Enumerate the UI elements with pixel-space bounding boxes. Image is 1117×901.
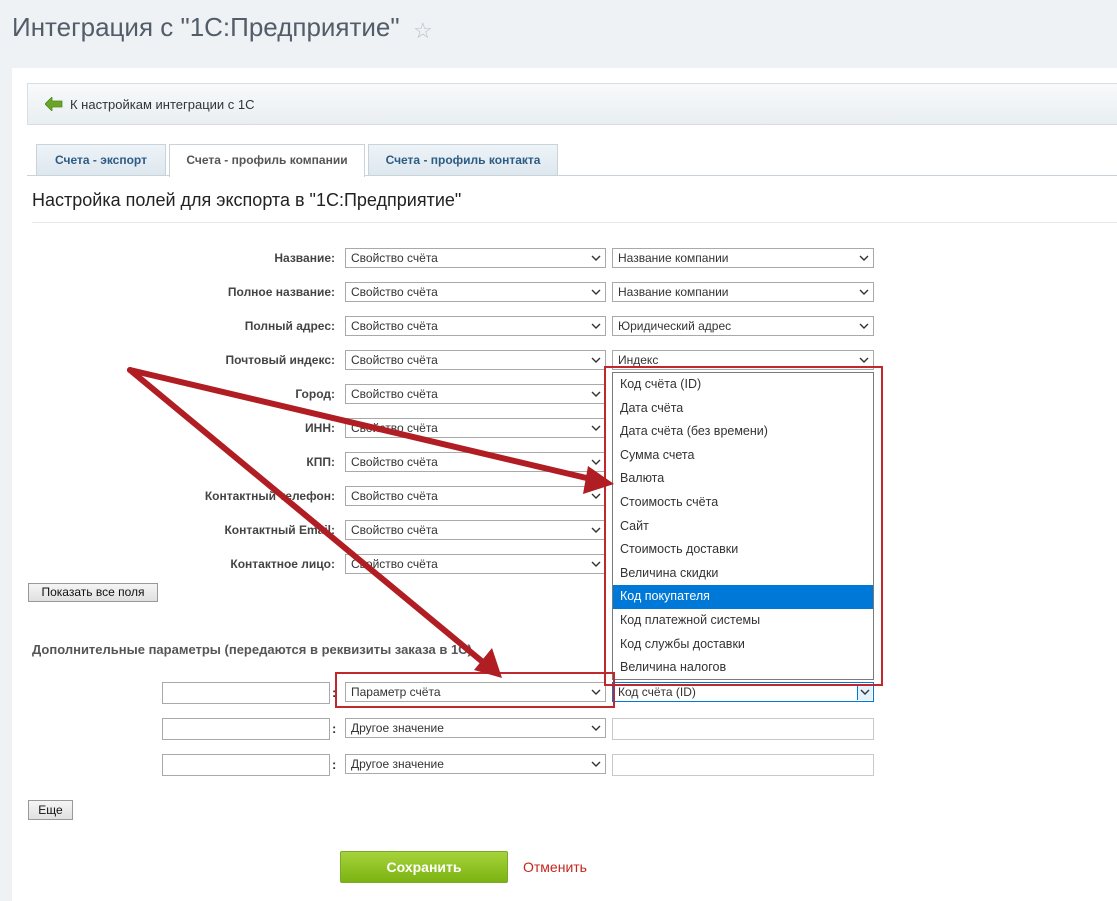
select-value: Свойство счёта bbox=[351, 285, 438, 299]
extra-value-input[interactable] bbox=[612, 718, 874, 740]
chevron-down-icon bbox=[591, 761, 601, 767]
field-label: Полное название: bbox=[227, 285, 335, 299]
field-label: Город: bbox=[295, 387, 335, 401]
field-label: Почтовый индекс: bbox=[225, 353, 335, 367]
chevron-down-icon bbox=[591, 357, 601, 363]
chevron-down-icon bbox=[591, 459, 601, 465]
extra-source-select[interactable]: Другое значение bbox=[345, 718, 606, 738]
chevron-down-icon bbox=[591, 391, 601, 397]
chevron-down-icon bbox=[591, 561, 601, 567]
section-title: Настройка полей для экспорта в "1С:Предп… bbox=[32, 190, 462, 210]
select-value: Свойство счёта bbox=[351, 387, 438, 401]
field-source-select[interactable]: Свойство счёта bbox=[345, 418, 606, 438]
cancel-link[interactable]: Отменить bbox=[523, 859, 587, 875]
select-value: Свойство счёта bbox=[351, 455, 438, 469]
field-value-select[interactable]: Название компании bbox=[612, 248, 874, 268]
select-value: Свойство счёта bbox=[351, 421, 438, 435]
extra-params-title: Дополнительные параметры (передаются в р… bbox=[32, 642, 472, 657]
select-value: Свойство счёта bbox=[351, 489, 438, 503]
back-link[interactable]: К настройкам интеграции с 1С bbox=[70, 97, 255, 112]
chevron-down-icon bbox=[859, 357, 869, 363]
tab-company-profile[interactable]: Счета - профиль компании bbox=[169, 144, 365, 177]
field-label: КПП: bbox=[306, 455, 335, 469]
field-label: Контактный телефон: bbox=[204, 489, 335, 503]
chevron-down-icon bbox=[591, 289, 601, 295]
field-label: Название: bbox=[274, 251, 335, 265]
select-value: Код счёта (ID) bbox=[618, 685, 696, 699]
select-value: Свойство счёта bbox=[351, 557, 438, 571]
tab-export[interactable]: Счета - экспорт bbox=[36, 144, 166, 175]
page-title: Интеграция с "1С:Предприятие" bbox=[12, 12, 400, 42]
select-value: Свойство счёта bbox=[351, 523, 438, 537]
select-value: Другое значение bbox=[351, 757, 444, 771]
section-divider bbox=[32, 222, 1117, 223]
star-icon[interactable]: ☆ bbox=[413, 20, 433, 42]
extra-name-input[interactable] bbox=[162, 682, 330, 704]
select-value: Индекс bbox=[618, 353, 659, 367]
field-source-select[interactable]: Свойство счёта bbox=[345, 282, 606, 302]
field-label: Контактное лицо: bbox=[230, 557, 335, 571]
chevron-down-icon bbox=[591, 725, 601, 731]
annotation-box-dropdown bbox=[604, 366, 883, 686]
field-source-select[interactable]: Свойство счёта bbox=[345, 520, 606, 540]
save-button[interactable]: Сохранить bbox=[340, 851, 508, 883]
field-source-select[interactable]: Свойство счёта bbox=[345, 452, 606, 472]
field-source-select[interactable]: Свойство счёта bbox=[345, 486, 606, 506]
select-value: Свойство счёта bbox=[351, 251, 438, 265]
field-label: ИНН: bbox=[305, 421, 335, 435]
more-button[interactable]: Еще bbox=[28, 800, 73, 820]
back-arrow-icon[interactable] bbox=[45, 97, 63, 111]
field-value-select[interactable]: Название компании bbox=[612, 282, 874, 302]
chevron-down-icon bbox=[859, 255, 869, 261]
chevron-down-icon bbox=[591, 527, 601, 533]
chevron-down-icon bbox=[591, 425, 601, 431]
colon-separator: : bbox=[332, 757, 337, 772]
chevron-down-icon bbox=[591, 493, 601, 499]
extra-source-select[interactable]: Другое значение bbox=[345, 754, 606, 774]
colon-separator: : bbox=[332, 721, 337, 736]
select-value: Другое значение bbox=[351, 721, 444, 735]
chevron-down-icon bbox=[859, 289, 869, 295]
field-source-select[interactable]: Свойство счёта bbox=[345, 554, 606, 574]
field-source-select[interactable]: Свойство счёта bbox=[345, 384, 606, 404]
field-source-select[interactable]: Свойство счёта bbox=[345, 316, 606, 336]
annotation-box-param-select bbox=[335, 672, 615, 708]
field-source-select[interactable]: Свойство счёта bbox=[345, 248, 606, 268]
tab-contact-profile[interactable]: Счета - профиль контакта bbox=[368, 144, 558, 175]
select-value: Название компании bbox=[618, 251, 729, 265]
show-all-fields-button[interactable]: Показать все поля bbox=[28, 583, 158, 602]
select-value: Свойство счёта bbox=[351, 353, 438, 367]
select-value: Название компании bbox=[618, 285, 729, 299]
chevron-down-icon bbox=[591, 255, 601, 261]
chevron-down-icon bbox=[857, 684, 872, 700]
field-source-select[interactable]: Свойство счёта bbox=[345, 350, 606, 370]
chevron-down-icon bbox=[591, 323, 601, 329]
extra-name-input[interactable] bbox=[162, 754, 330, 776]
field-value-select[interactable]: Юридический адрес bbox=[612, 316, 874, 336]
extra-name-input[interactable] bbox=[162, 718, 330, 740]
select-value: Свойство счёта bbox=[351, 319, 438, 333]
field-label: Полный адрес: bbox=[244, 319, 335, 333]
select-value: Юридический адрес bbox=[618, 319, 732, 333]
extra-value-input[interactable] bbox=[612, 754, 874, 776]
field-label: Контактный Email: bbox=[224, 523, 335, 537]
chevron-down-icon bbox=[859, 323, 869, 329]
